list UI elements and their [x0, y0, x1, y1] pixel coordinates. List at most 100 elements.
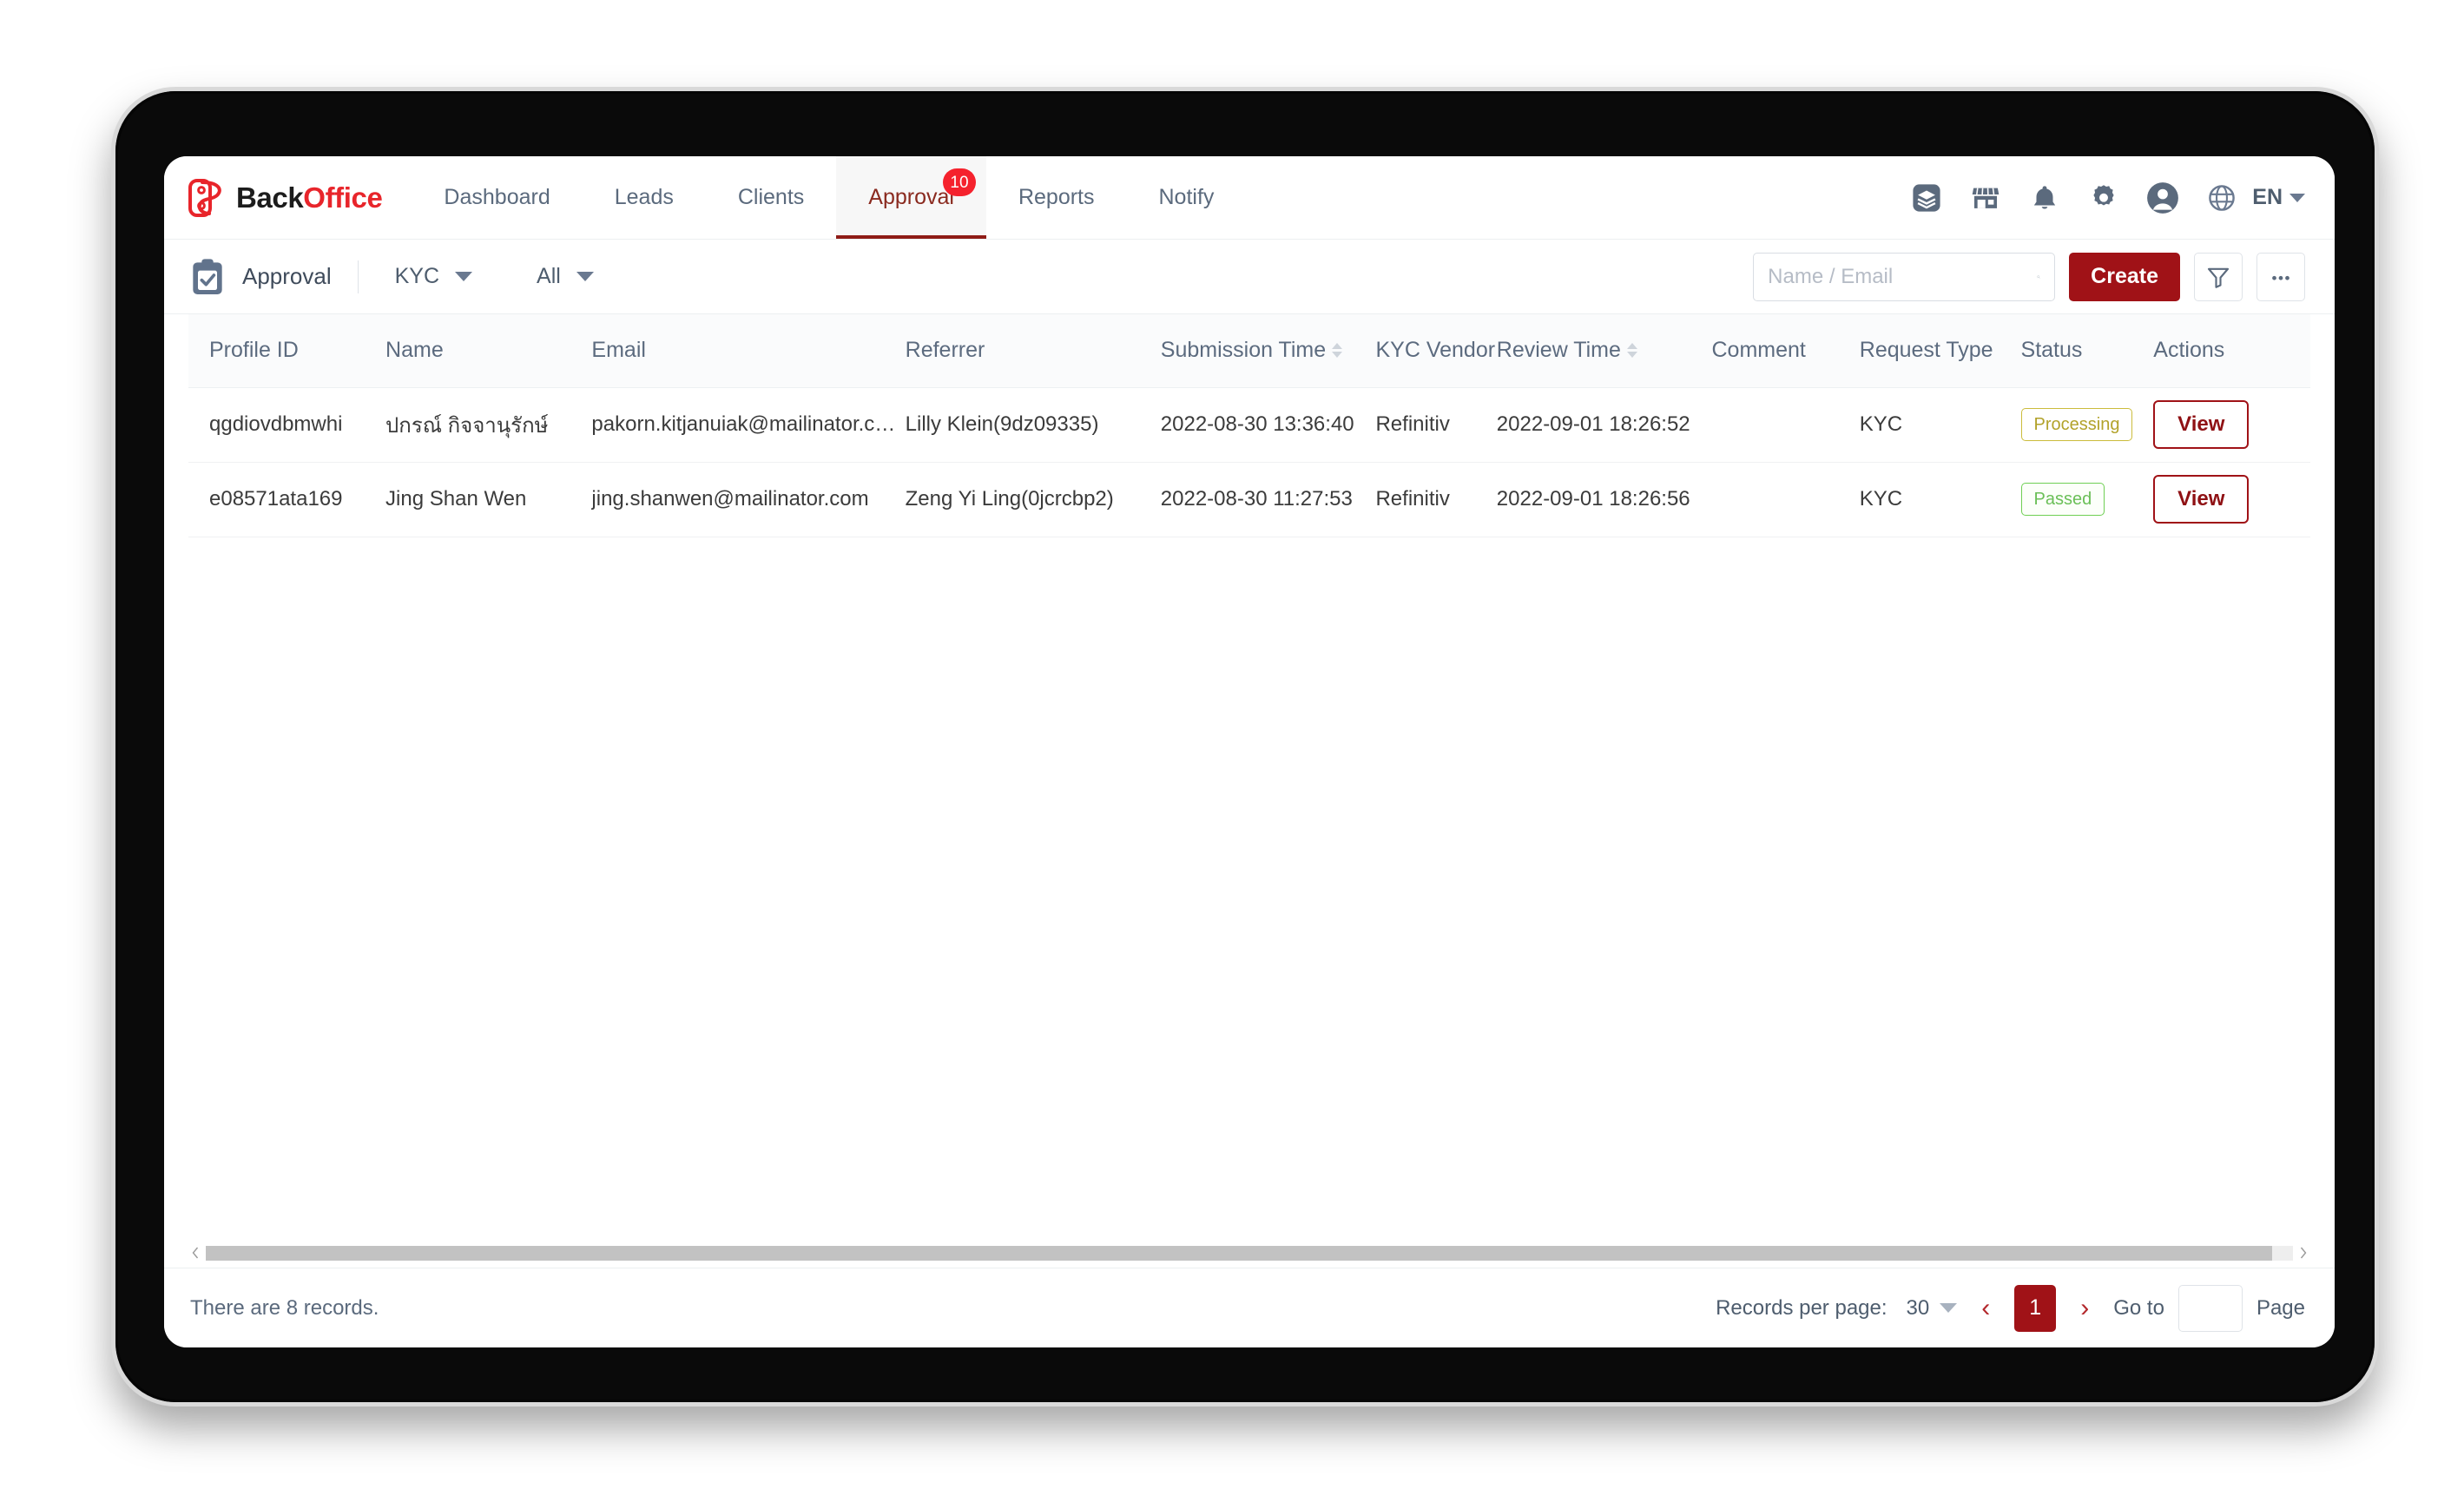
nav-tab-label: Clients: [738, 185, 804, 210]
column-label: Email: [591, 338, 646, 363]
goto-label: Go to: [2113, 1296, 2164, 1321]
sort-toggle-icon[interactable]: [1332, 343, 1342, 358]
filter-button[interactable]: [2194, 253, 2243, 301]
page-title: Approval: [242, 263, 332, 290]
cell-submission-time: 2022-08-30 13:36:40: [1161, 387, 1376, 462]
layers-icon[interactable]: [1910, 181, 1943, 214]
table-header-row: Profile ID Name Email Referrer Submissio…: [188, 314, 2310, 387]
table-header: Profile ID Name Email Referrer Submissio…: [188, 314, 2310, 387]
gear-icon[interactable]: [2087, 181, 2120, 214]
cell-review-time: 2022-09-01 18:26:52: [1497, 387, 1712, 462]
column-label: Status: [2021, 338, 2083, 363]
column-header-profile-id[interactable]: Profile ID: [188, 314, 385, 387]
toolbar-divider: [358, 260, 359, 293]
cell-request-type: KYC: [1860, 387, 2021, 462]
brand-name: BackOffice: [236, 181, 382, 214]
column-header-review-time[interactable]: Review Time: [1497, 314, 1712, 387]
nav-tab-list: Dashboard Leads Clients Approval 10 Repo…: [412, 156, 1246, 239]
nav-tab-label: Reports: [1018, 185, 1095, 210]
nav-tab-label: Notify: [1159, 185, 1215, 210]
column-header-submission-time[interactable]: Submission Time: [1161, 314, 1376, 387]
cell-profile-id: e08571ata169: [188, 462, 385, 537]
globe-icon[interactable]: [2205, 181, 2238, 214]
table-footer: There are 8 records. Records per page: 3…: [164, 1268, 2335, 1347]
nav-tab-approval[interactable]: Approval 10: [836, 156, 986, 239]
cell-email: jing.shanwen@mailinator.com: [591, 462, 905, 537]
table-row[interactable]: e08571ata169 Jing Shan Wen jing.shanwen@…: [188, 462, 2310, 537]
type-filter-value: KYC: [395, 264, 439, 289]
chevron-down-icon: [576, 272, 594, 281]
language-switcher[interactable]: EN: [2252, 185, 2305, 210]
goto-page-input[interactable]: [2178, 1285, 2243, 1332]
bell-icon[interactable]: [2028, 181, 2061, 214]
column-label: Profile ID: [209, 338, 299, 363]
nav-tab-dashboard[interactable]: Dashboard: [412, 156, 582, 239]
clipboard-check-icon: [190, 258, 225, 296]
chevron-down-icon: [455, 272, 472, 281]
status-filter-dropdown[interactable]: All: [526, 264, 604, 289]
column-header-name[interactable]: Name: [385, 314, 591, 387]
records-per-page-dropdown[interactable]: 30: [1901, 1296, 1958, 1321]
app-window: BackOffice Dashboard Leads Clients Appro…: [164, 156, 2335, 1347]
column-label: Comment: [1711, 338, 1805, 363]
column-label: Referrer: [906, 338, 985, 363]
column-header-status[interactable]: Status: [2021, 314, 2154, 387]
view-button[interactable]: View: [2153, 400, 2249, 449]
cell-actions: View: [2153, 387, 2310, 462]
chevron-down-icon: [1940, 1303, 1957, 1313]
column-header-referrer[interactable]: Referrer: [906, 314, 1161, 387]
table-body: qgdiovdbmwhi ปกรณ์ กิจจานุรักษ์ pakorn.k…: [188, 387, 2310, 537]
cell-status: Passed: [2021, 462, 2154, 537]
nav-right-actions: EN: [1910, 156, 2335, 239]
column-header-comment[interactable]: Comment: [1711, 314, 1859, 387]
column-header-kyc-vendor[interactable]: KYC Vendor: [1375, 314, 1496, 387]
more-options-button[interactable]: [2256, 253, 2305, 301]
brand-logo-group[interactable]: BackOffice: [188, 156, 412, 239]
cell-kyc-vendor: Refinitiv: [1375, 387, 1496, 462]
column-header-request-type[interactable]: Request Type: [1860, 314, 2021, 387]
funnel-icon: [2205, 264, 2231, 290]
search-input[interactable]: [1768, 265, 2037, 289]
column-label: Submission Time: [1161, 338, 1326, 363]
user-avatar-icon[interactable]: [2146, 181, 2179, 214]
search-box[interactable]: [1753, 253, 2055, 301]
view-button[interactable]: View: [2153, 475, 2249, 524]
top-navigation-bar: BackOffice Dashboard Leads Clients Appro…: [164, 156, 2335, 240]
nav-tab-leads[interactable]: Leads: [583, 156, 706, 239]
storefront-icon[interactable]: [1969, 181, 2002, 214]
brand-name-part2: Office: [303, 181, 382, 214]
column-header-email[interactable]: Email: [591, 314, 905, 387]
column-label: Request Type: [1860, 338, 1993, 363]
nav-tab-reports[interactable]: Reports: [986, 156, 1127, 239]
page-toolbar: Approval KYC All: [164, 240, 2335, 314]
cell-referrer: Zeng Yi Ling(0jcrcbp2): [906, 462, 1161, 537]
table-row[interactable]: qgdiovdbmwhi ปกรณ์ กิจจานุรักษ์ pakorn.k…: [188, 387, 2310, 462]
language-label: EN: [2252, 185, 2283, 210]
previous-page-button[interactable]: ‹: [1971, 1287, 2000, 1330]
chevron-down-icon: [2289, 194, 2305, 202]
nav-tab-label: Approval: [868, 185, 954, 210]
cell-name: ปกรณ์ กิจจานุรักษ์: [385, 387, 591, 462]
nav-tab-notify[interactable]: Notify: [1127, 156, 1247, 239]
cell-status: Processing: [2021, 387, 2154, 462]
create-button[interactable]: Create: [2069, 253, 2180, 301]
scrollbar-track[interactable]: [206, 1246, 2293, 1261]
scrollbar-thumb[interactable]: [206, 1246, 2272, 1261]
horizontal-scrollbar[interactable]: [188, 1245, 2310, 1268]
page-number-1[interactable]: 1: [2014, 1285, 2056, 1332]
scroll-left-arrow-icon[interactable]: [190, 1247, 201, 1259]
status-badge: Processing: [2021, 408, 2133, 441]
table-region: Profile ID Name Email Referrer Submissio…: [164, 314, 2335, 1268]
ellipsis-icon: [2268, 264, 2294, 290]
sort-toggle-icon[interactable]: [1627, 343, 1637, 358]
cell-email: pakorn.kitjanuiak@mailinator.com: [591, 387, 905, 462]
nav-tab-clients[interactable]: Clients: [706, 156, 836, 239]
record-count-label: There are 8 records.: [190, 1296, 379, 1321]
next-page-button[interactable]: ›: [2070, 1287, 2099, 1330]
column-label: KYC Vendor: [1375, 338, 1495, 363]
column-label: Name: [385, 338, 444, 363]
scroll-right-arrow-icon[interactable]: [2298, 1247, 2309, 1259]
cell-name: Jing Shan Wen: [385, 462, 591, 537]
status-badge: Passed: [2021, 483, 2105, 516]
type-filter-dropdown[interactable]: KYC: [385, 264, 483, 289]
